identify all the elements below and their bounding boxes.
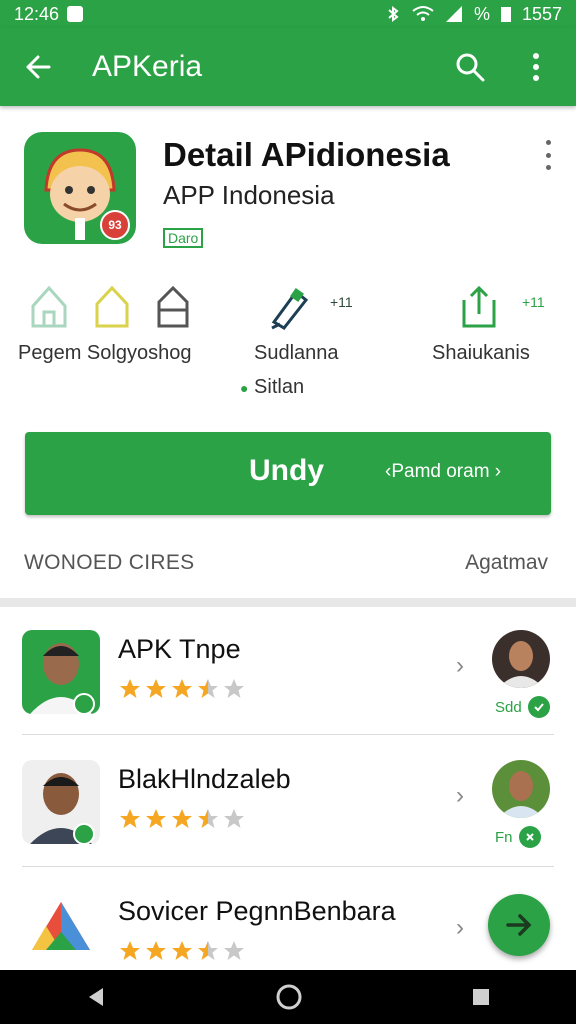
section-action[interactable]: Agatmav: [465, 551, 548, 575]
list-item[interactable]: BlakHlndzaleb › Fn: [0, 760, 576, 890]
app-subtitle: APP Indonesia: [163, 180, 335, 210]
list-thumbnail: [22, 892, 100, 976]
avatar: [492, 760, 550, 818]
app-bar-title: APKeria: [92, 50, 203, 83]
list-thumbnail: [22, 760, 100, 844]
more-vert-icon: [545, 140, 551, 145]
chevron-right-icon[interactable]: ›: [456, 782, 464, 810]
system-nav-bar: [0, 970, 576, 1024]
status-clock: 1557: [521, 3, 562, 24]
section-divider: [0, 598, 576, 607]
star-icon: [224, 809, 244, 828]
list-item-meta: Sdd: [495, 696, 550, 718]
bluetooth-icon: [388, 6, 399, 22]
more-vert-icon: [533, 53, 539, 81]
next-fab-button[interactable]: [488, 894, 550, 956]
action-label-1: Pegem Solgyoshog: [18, 342, 192, 364]
recents-square-icon[interactable]: [471, 987, 491, 1007]
action-label-2: Sudlanna: [254, 342, 339, 364]
search-button[interactable]: [448, 45, 492, 89]
status-time: 12:46: [14, 3, 60, 24]
app-icon: 93: [24, 132, 136, 244]
bullet-icon: ●: [240, 380, 249, 396]
avatar: [492, 630, 550, 688]
status-bar: 12:46 % 1557: [0, 0, 576, 28]
row-divider: [22, 866, 554, 867]
action-label-2-sub: ● Sitlan: [240, 376, 304, 399]
meta-text: Fn: [495, 828, 513, 846]
search-icon: [456, 53, 485, 82]
star-icon: [172, 679, 192, 698]
action-row: Pegem Solgyoshog +11 Sudlanna ● Sitlan +…: [0, 280, 576, 405]
chevron-right-icon[interactable]: ›: [456, 914, 464, 942]
list-item-title: BlakHlndzaleb: [118, 764, 291, 794]
meta-text: Sdd: [495, 698, 522, 716]
triangle-logo-icon: [32, 902, 90, 950]
wifi-icon: [412, 6, 434, 21]
check-icon: [527, 696, 550, 718]
notification-icon: [67, 6, 84, 22]
action-sub-text: Sitlan: [254, 376, 305, 398]
home-circle-icon[interactable]: [276, 984, 302, 1010]
back-button[interactable]: [18, 47, 58, 87]
primary-action-button[interactable]: Undy ‹Pamd oram ›: [25, 432, 551, 515]
header-more-button[interactable]: [540, 140, 556, 170]
arrow-right-icon: [506, 914, 532, 936]
signal-icon: [445, 6, 462, 22]
app-header: 93 Detail APidionesia APP Indonesia Daro: [0, 130, 576, 260]
star-icon: [120, 941, 140, 960]
section-header: WONOED CIRES Agatmav: [0, 545, 576, 585]
star-icon: [198, 679, 218, 698]
star-rating: [118, 808, 246, 830]
list-item[interactable]: APK Tnpe › Sdd: [0, 630, 576, 760]
list-thumbnail: [22, 630, 100, 714]
list-item-title: Sovicer PegnnBenbara: [118, 896, 396, 926]
home-icon[interactable]: [30, 284, 68, 328]
building-icon[interactable]: [156, 284, 190, 328]
app-icon-badge: 93: [100, 210, 130, 240]
chevron-right-icon[interactable]: ›: [456, 652, 464, 680]
app-title: Detail APidionesia: [163, 136, 450, 173]
star-icon: [120, 809, 140, 828]
star-icon: [172, 941, 192, 960]
chevron-right-icon: ›: [489, 461, 502, 482]
list-item-meta: Fn: [495, 826, 541, 848]
star-icon: [172, 809, 192, 828]
app-bar: APKeria: [0, 28, 576, 106]
star-icon: [224, 679, 244, 698]
action-label-3: Shaiukanis: [432, 342, 530, 364]
star-icon: [146, 679, 166, 698]
secondary-link[interactable]: ‹Pamd oram ›: [385, 461, 501, 483]
share-icon[interactable]: [460, 284, 498, 328]
section-title: WONOED CIRES: [24, 551, 195, 574]
star-rating: [118, 678, 246, 700]
star-icon: [224, 941, 244, 960]
home-outline-icon[interactable]: [94, 284, 130, 328]
person-icon: [30, 773, 95, 844]
star-rating: [118, 940, 246, 962]
star-icon: [198, 809, 218, 828]
secondary-link-label: Pamd oram: [391, 461, 490, 482]
person-icon: [30, 643, 95, 714]
star-icon: [146, 941, 166, 960]
battery-text: %: [473, 3, 490, 24]
star-icon: [120, 679, 140, 698]
arrow-left-icon: [26, 55, 51, 79]
battery-icon: [500, 7, 511, 22]
close-icon: [518, 826, 541, 848]
row-divider: [22, 734, 554, 735]
action-count-2: +11: [522, 294, 545, 310]
star-icon: [146, 809, 166, 828]
star-icon: [198, 941, 218, 960]
overflow-menu-button[interactable]: [514, 45, 558, 89]
list-item-title: APK Tnpe: [118, 634, 241, 664]
back-triangle-icon[interactable]: [85, 986, 107, 1008]
action-count-1: +11: [330, 294, 353, 310]
primary-button-label: Undy: [249, 454, 324, 487]
app-tag: Daro: [163, 228, 204, 248]
pen-icon[interactable]: [268, 284, 310, 330]
